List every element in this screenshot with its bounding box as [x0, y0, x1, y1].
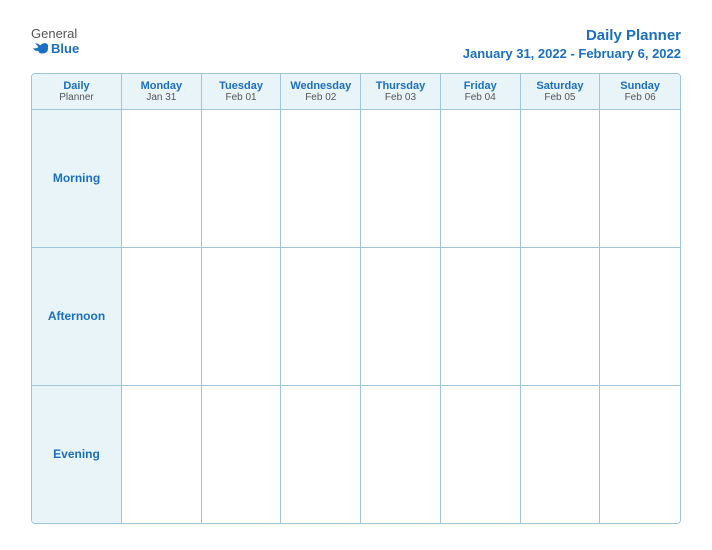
- day-name-5: Saturday: [525, 80, 596, 92]
- header-dates: January 31, 2022 - February 6, 2022: [463, 46, 681, 61]
- cell-afternoon-day-1[interactable]: [202, 248, 282, 385]
- header-title: Daily Planner: [463, 26, 681, 46]
- cell-evening-day-1[interactable]: [202, 386, 282, 523]
- cell-afternoon-day-6[interactable]: [600, 248, 680, 385]
- logo-blue-text: Blue: [31, 41, 79, 56]
- calendar-header-day-0: MondayJan 31: [122, 74, 202, 109]
- day-name-6: Sunday: [604, 80, 676, 92]
- day-date-4: Feb 04: [445, 92, 516, 103]
- cell-afternoon-day-5[interactable]: [521, 248, 601, 385]
- header: General Blue Daily Planner January 31, 2…: [31, 26, 681, 61]
- day-date-6: Feb 06: [604, 92, 676, 103]
- day-name-4: Friday: [445, 80, 516, 92]
- calendar-header-day-3: ThursdayFeb 03: [361, 74, 441, 109]
- cell-evening-day-4[interactable]: [441, 386, 521, 523]
- cell-morning-day-5[interactable]: [521, 110, 601, 247]
- day-name-1: Tuesday: [206, 80, 277, 92]
- cell-afternoon-day-0[interactable]: [122, 248, 202, 385]
- page: General Blue Daily Planner January 31, 2…: [11, 10, 701, 540]
- cell-morning-day-3[interactable]: [361, 110, 441, 247]
- calendar-header-first: Daily Planner: [32, 74, 122, 109]
- day-name-3: Thursday: [365, 80, 436, 92]
- cell-evening-day-2[interactable]: [281, 386, 361, 523]
- cell-afternoon-day-4[interactable]: [441, 248, 521, 385]
- logo-general-text: General: [31, 26, 77, 41]
- day-date-2: Feb 02: [285, 92, 356, 103]
- cell-morning-day-0[interactable]: [122, 110, 202, 247]
- day-name-0: Monday: [126, 80, 197, 92]
- header-right: Daily Planner January 31, 2022 - Februar…: [463, 26, 681, 61]
- calendar-header-day-5: SaturdayFeb 05: [521, 74, 601, 109]
- calendar-row-morning: Morning: [32, 110, 680, 248]
- first-col-line2: Planner: [36, 92, 117, 103]
- cell-evening-day-3[interactable]: [361, 386, 441, 523]
- period-label-text-2: Evening: [53, 447, 100, 461]
- calendar-row-evening: Evening: [32, 386, 680, 523]
- calendar-header-day-4: FridayFeb 04: [441, 74, 521, 109]
- cell-morning-day-4[interactable]: [441, 110, 521, 247]
- period-label-afternoon: Afternoon: [32, 248, 122, 385]
- cell-evening-day-6[interactable]: [600, 386, 680, 523]
- logo-area: General Blue: [31, 26, 79, 56]
- day-date-0: Jan 31: [126, 92, 197, 103]
- period-label-text-1: Afternoon: [48, 309, 105, 323]
- day-date-5: Feb 05: [525, 92, 596, 103]
- cell-morning-day-2[interactable]: [281, 110, 361, 247]
- cell-evening-day-5[interactable]: [521, 386, 601, 523]
- cell-morning-day-1[interactable]: [202, 110, 282, 247]
- cell-morning-day-6[interactable]: [600, 110, 680, 247]
- day-date-1: Feb 01: [206, 92, 277, 103]
- period-label-morning: Morning: [32, 110, 122, 247]
- first-col-line1: Daily: [36, 80, 117, 92]
- cell-afternoon-day-3[interactable]: [361, 248, 441, 385]
- calendar-row-afternoon: Afternoon: [32, 248, 680, 386]
- period-label-evening: Evening: [32, 386, 122, 523]
- cell-afternoon-day-2[interactable]: [281, 248, 361, 385]
- calendar-header-day-6: SundayFeb 06: [600, 74, 680, 109]
- calendar-header-day-2: WednesdayFeb 02: [281, 74, 361, 109]
- logo-bird-icon: [31, 42, 49, 56]
- calendar: Daily Planner MondayJan 31TuesdayFeb 01W…: [31, 73, 681, 525]
- cell-evening-day-0[interactable]: [122, 386, 202, 523]
- period-label-text-0: Morning: [53, 171, 100, 185]
- calendar-body: Morning Afternoon Evening: [32, 110, 680, 524]
- day-date-3: Feb 03: [365, 92, 436, 103]
- calendar-header-row: Daily Planner MondayJan 31TuesdayFeb 01W…: [32, 74, 680, 110]
- calendar-header-day-1: TuesdayFeb 01: [202, 74, 282, 109]
- day-name-2: Wednesday: [285, 80, 356, 92]
